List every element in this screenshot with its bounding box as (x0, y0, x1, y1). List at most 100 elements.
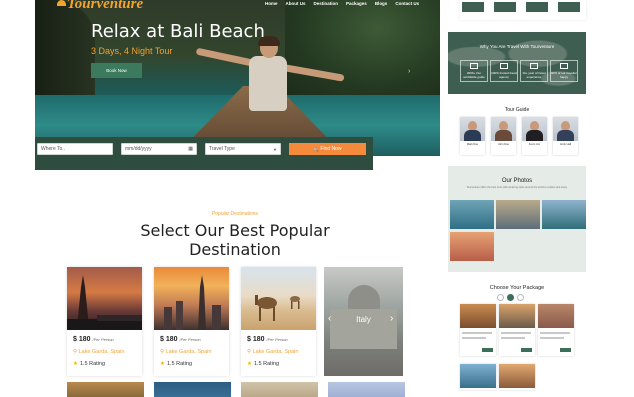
nav-packages[interactable]: Packages (346, 1, 367, 6)
guide-shirt (557, 130, 574, 141)
travel-type-placeholder: Travel Type (209, 146, 235, 152)
where-to-input[interactable]: Where To.. (37, 143, 113, 155)
package-card[interactable] (538, 304, 574, 356)
destination-card-partial[interactable] (67, 382, 144, 397)
where-to-placeholder: Where To.. (41, 146, 66, 152)
chevron-down-icon: ▼ (273, 146, 277, 152)
text-line (540, 332, 570, 334)
brand-logo[interactable]: Tourventure (67, 0, 143, 13)
nav-destination[interactable]: Destination (314, 1, 339, 6)
destination-card-partial[interactable] (154, 382, 231, 397)
nav-blogs[interactable]: Blogs (375, 1, 388, 6)
package-book-button[interactable] (560, 348, 571, 352)
gallery-photo[interactable] (542, 200, 586, 229)
hero-banner: Tourventure Home About Us Destination Pa… (35, 0, 440, 156)
hero-person (249, 56, 287, 111)
package-book-button[interactable] (521, 348, 532, 352)
our-photos-section: Our Photos Tourventure offers the best t… (448, 166, 586, 272)
text-line (540, 337, 564, 339)
section-title: Select Our Best Popular Destination (140, 221, 330, 259)
package-card[interactable] (460, 304, 496, 356)
destination-card[interactable]: $ 180/Per Person ⚲ Lake Garda, Spain ★ 1.… (241, 267, 316, 376)
star-icon: ★ (247, 361, 252, 367)
why-feature: 10+ year of travel experience (520, 60, 548, 82)
why-title: Why You Are Travel With Tourventure (479, 44, 555, 49)
thumb (558, 2, 580, 12)
date-input[interactable]: mm/dd/yyyy ▦ (121, 143, 197, 155)
nav-about[interactable]: About Us (286, 1, 306, 6)
star-icon: ★ (73, 361, 78, 367)
card-location: ⚲ Lake Garda, Spain (73, 349, 125, 355)
destination-card-partial[interactable] (328, 382, 405, 397)
thumb (526, 2, 548, 12)
hero-next-arrow-icon[interactable]: › (408, 68, 410, 75)
guide-card[interactable]: Mark Doe (460, 117, 485, 155)
star-icon: ★ (160, 361, 165, 367)
eiffel-tower-icon (67, 275, 142, 330)
package-card[interactable] (460, 364, 496, 390)
search-bar: Where To.. mm/dd/yyyy ▦ Travel Type ▼ 🔍 … (35, 137, 373, 170)
calendar-icon[interactable]: ▦ (188, 146, 193, 152)
hero-cliff-right (285, 0, 440, 95)
why-feature: 2000+ Our worldwide guide (460, 60, 488, 82)
text-line (462, 332, 492, 334)
text-line (501, 337, 525, 339)
travel-type-select[interactable]: Travel Type ▼ (205, 143, 281, 155)
package-tab[interactable] (497, 294, 504, 301)
package-book-button[interactable] (482, 348, 493, 352)
why-travel-section: Why You Are Travel With Tourventure 2000… (448, 32, 586, 94)
nav-contact[interactable]: Contact Us (395, 1, 419, 6)
card-rating: ★ 1.5 Rating (160, 361, 193, 367)
destination-image (241, 267, 316, 330)
find-now-label: Find Now (320, 146, 342, 152)
text-line (501, 332, 531, 334)
basilica-dome (348, 285, 380, 311)
feature-icon (500, 63, 508, 69)
card-location: ⚲ Lake Garda, Spain (247, 349, 299, 355)
nav-home[interactable]: Home (265, 1, 278, 6)
package-image (460, 304, 496, 328)
hero-person-arm (195, 47, 256, 67)
skyline-icon (164, 275, 221, 330)
camel-icon (255, 295, 300, 321)
gallery-photo[interactable] (496, 200, 540, 229)
card-rating: ★ 1.5 Rating (73, 361, 106, 367)
find-now-button[interactable]: 🔍 Find Now (289, 143, 366, 155)
guide-name: John Doe (497, 143, 510, 146)
destination-card[interactable]: $ 180/Per Person ⚲ Lake Garda, Spain ★ 1.… (154, 267, 229, 376)
photos-title: Our Photos (501, 178, 533, 184)
destination-card[interactable]: $ 180/Per Person ⚲ Lake Garda, Spain ★ 1.… (67, 267, 142, 376)
guide-card[interactable]: Kevin Jon (522, 117, 547, 155)
photos-subtitle: Tourventure offers the best tours with a… (466, 186, 568, 189)
featured-destination-italy[interactable]: ‹ Italy › (324, 267, 403, 376)
book-now-button[interactable]: Book Now (91, 63, 142, 78)
chevron-right-icon[interactable]: › (390, 313, 393, 324)
guide-card[interactable]: John Doe (491, 117, 516, 155)
package-image (499, 364, 535, 388)
gallery-photo[interactable] (450, 200, 494, 229)
package-tab[interactable] (517, 294, 524, 301)
guide-card[interactable]: Andy Hall (553, 117, 578, 155)
right-top-strip (460, 0, 586, 20)
card-rating: ★ 1.5 Rating (247, 361, 280, 367)
thumb (462, 2, 484, 12)
section-kicker: Popular Destinations (211, 211, 259, 217)
package-image (538, 304, 574, 328)
search-icon: 🔍 (313, 146, 319, 152)
card-price: $ 180/Per Person (247, 336, 288, 343)
gallery-photo[interactable] (450, 232, 494, 261)
package-card[interactable] (499, 364, 535, 390)
guide-name: Kevin Jon (528, 143, 541, 146)
why-feature: 100% trusted travel agency (490, 60, 518, 82)
package-tab[interactable] (507, 294, 514, 301)
feature-icon (470, 63, 478, 69)
guide-name: Andy Hall (559, 143, 572, 146)
feature-icon (560, 63, 568, 69)
package-card[interactable] (499, 304, 535, 356)
package-image (499, 304, 535, 328)
thumb (494, 2, 516, 12)
guide-shirt (495, 130, 512, 141)
destination-card-partial[interactable] (241, 382, 318, 397)
guide-name: Mark Doe (466, 143, 479, 146)
hero-subtitle: 3 Days, 4 Night Tour (91, 46, 173, 56)
